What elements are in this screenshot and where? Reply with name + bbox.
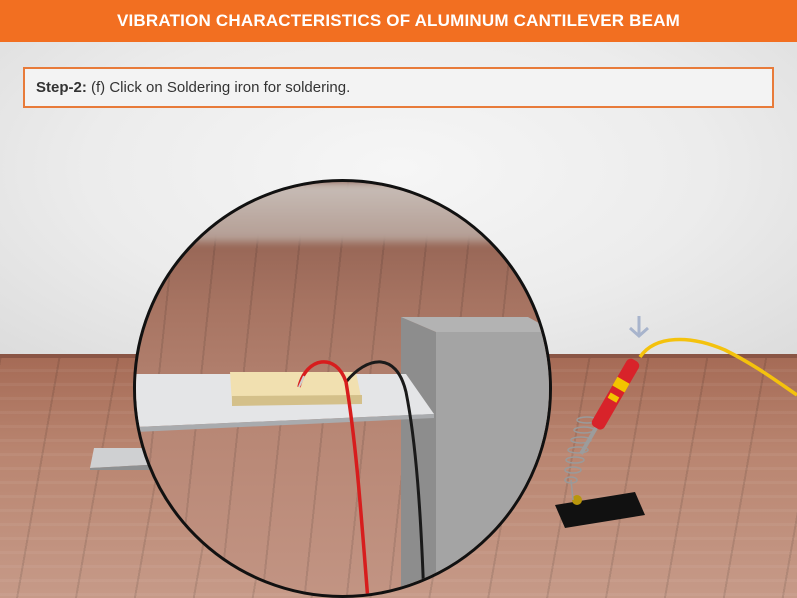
page-title: VIBRATION CHARACTERISTICS OF ALUMINUM CA… — [0, 0, 797, 42]
magnified-view — [133, 179, 552, 598]
block-front — [436, 332, 549, 595]
block-side — [401, 317, 436, 595]
instruction-box: Step-2: (f) Click on Soldering iron for … — [23, 67, 774, 108]
step-label: Step-2: — [36, 79, 87, 96]
iron-handle — [591, 358, 640, 430]
iron-stand-base — [555, 492, 645, 528]
iron-cable — [638, 337, 797, 397]
step-text: (f) Click on Soldering iron for solderin… — [86, 79, 351, 96]
arrow-down-icon — [629, 316, 649, 339]
stand-screw — [572, 495, 582, 505]
soldering-iron[interactable] — [540, 300, 797, 530]
iron-stand-spring — [564, 416, 598, 501]
magnified-scene — [136, 317, 549, 595]
